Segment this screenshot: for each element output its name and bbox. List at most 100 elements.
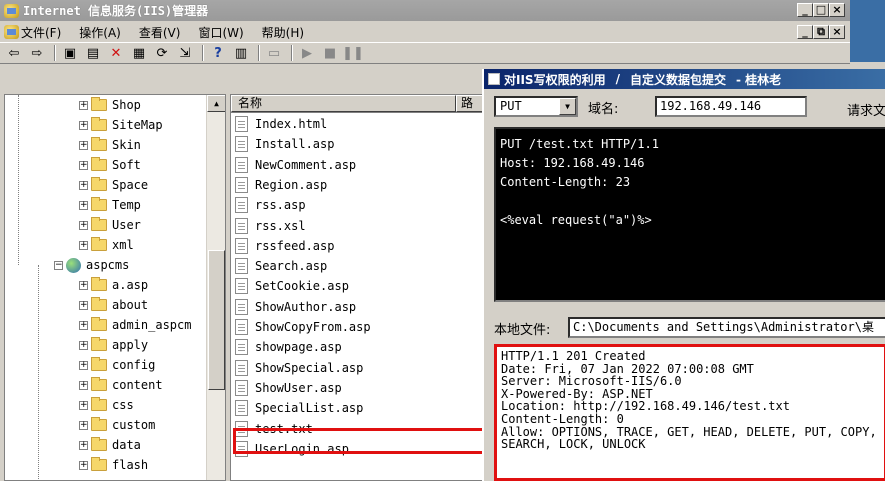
file-list-item[interactable]: Search.asp (235, 256, 327, 276)
folder-icon (91, 457, 107, 471)
expand-icon[interactable]: + (79, 220, 88, 230)
file-list-item[interactable]: rss.xsl (235, 216, 306, 236)
file-list-item[interactable]: NewComment.asp (235, 155, 356, 175)
file-list-item[interactable]: ShowSpecial.asp (235, 358, 363, 378)
tree-folder-node[interactable]: + Shop (79, 95, 141, 115)
tree-folder-node[interactable]: + User (79, 215, 141, 235)
file-list-item[interactable]: rssfeed.asp (235, 236, 334, 256)
expand-icon[interactable]: + (79, 240, 88, 250)
iis-window-titlebar[interactable]: Internet 信息服务(IIS)管理器 (0, 0, 850, 21)
expand-icon[interactable]: + (79, 460, 88, 470)
expand-icon[interactable]: + (79, 380, 88, 390)
computer-icon[interactable]: ▭ (264, 44, 284, 62)
refresh-icon[interactable]: ⟳ (152, 44, 172, 62)
tree-folder-node[interactable]: + Soft (79, 155, 141, 175)
tree-folder-node[interactable]: + custom (79, 415, 155, 435)
tree-folder-node[interactable]: + xml (79, 235, 134, 255)
expand-icon[interactable]: + (79, 320, 88, 330)
menu-action[interactable]: 操作(A) (77, 24, 123, 41)
chevron-down-icon[interactable]: ▼ (559, 98, 576, 115)
method-select[interactable]: PUT ▼ (494, 96, 578, 117)
close-button[interactable]: × (829, 3, 845, 17)
tree-folder-node[interactable]: + Temp (79, 195, 141, 215)
expand-icon[interactable]: + (79, 120, 88, 130)
expand-icon[interactable]: + (79, 100, 88, 110)
expand-icon[interactable]: + (79, 340, 88, 350)
properties-icon[interactable]: ▦ (129, 44, 149, 62)
tree-folder-node[interactable]: + flash (79, 455, 148, 475)
pause-icon[interactable]: ❚❚ (342, 44, 364, 62)
tree-scrollbar[interactable]: ▲ (206, 95, 225, 480)
expand-icon[interactable]: + (79, 420, 88, 430)
folder-icon (91, 437, 107, 451)
file-list-item[interactable]: SpecialList.asp (235, 398, 363, 418)
expand-icon[interactable]: + (79, 400, 88, 410)
tree-folder-node[interactable]: + data (79, 435, 141, 455)
minimize-button[interactable]: _ (797, 3, 813, 17)
expand-icon[interactable]: + (79, 280, 88, 290)
toolbar-separator (291, 45, 293, 61)
mdi-restore-button[interactable]: ⧉ (813, 25, 829, 39)
expand-icon[interactable]: + (79, 440, 88, 450)
tree-folder-node[interactable]: + content (79, 375, 163, 395)
scroll-up-arrow-icon[interactable]: ▲ (207, 95, 225, 112)
show-tree-icon[interactable]: ▤ (83, 44, 103, 62)
dialog-icon (488, 73, 500, 85)
stop-icon[interactable]: ■ (320, 44, 340, 62)
expand-icon[interactable]: + (79, 160, 88, 170)
folder-icon (91, 237, 107, 251)
mdi-close-button[interactable]: × (829, 25, 845, 39)
file-list-item[interactable]: ShowAuthor.asp (235, 297, 356, 317)
column-path[interactable]: 路 (456, 95, 484, 112)
file-list-item[interactable]: SetCookie.asp (235, 276, 349, 296)
tree-folder-node[interactable]: + Skin (79, 135, 141, 155)
expand-icon[interactable]: + (79, 180, 88, 190)
file-list-item[interactable]: ShowUser.asp (235, 378, 342, 398)
mdi-app-icon[interactable] (4, 25, 19, 39)
expand-icon[interactable]: + (79, 200, 88, 210)
console-icon[interactable]: ▥ (231, 44, 251, 62)
file-list-panel[interactable]: 名称 路 Index.html Install.asp NewComment.asp… (230, 94, 485, 481)
maximize-button[interactable]: □ (813, 3, 829, 17)
export-icon[interactable]: ⇲ (175, 44, 195, 62)
forward-arrow-icon[interactable]: ⇨ (27, 44, 47, 62)
start-icon[interactable]: ▶ (297, 44, 317, 62)
response-output[interactable]: HTTP/1.1 201 Created Date: Fri, 07 Jan 2… (494, 344, 885, 481)
menu-help[interactable]: 帮助(H) (260, 24, 306, 41)
tree-folder-node[interactable]: + Space (79, 175, 148, 195)
column-name[interactable]: 名称 (231, 95, 456, 112)
domain-input[interactable]: 192.168.49.146 (655, 96, 807, 117)
tree-folder-node[interactable]: + SiteMap (79, 115, 163, 135)
expand-icon[interactable]: + (79, 300, 88, 310)
tree-folder-node[interactable]: + css (79, 395, 134, 415)
file-list-item[interactable]: Install.asp (235, 134, 334, 154)
site-tree-panel[interactable]: + Shop + SiteMap + Skin + Soft + Space + Temp + User +… (4, 94, 226, 481)
back-arrow-icon[interactable]: ⇦ (4, 44, 24, 62)
tree-folder-node[interactable]: + a.asp (79, 275, 148, 295)
expand-icon[interactable]: + (79, 140, 88, 150)
mdi-minimize-button[interactable]: _ (797, 25, 813, 39)
delete-icon[interactable]: ✕ (106, 44, 126, 62)
menu-file[interactable]: 文件(F) (19, 24, 63, 41)
tree-scroll-thumb[interactable] (208, 250, 225, 390)
tree-site-node[interactable]: − aspcms (54, 255, 129, 275)
collapse-icon[interactable]: − (54, 260, 63, 270)
request-editor[interactable]: PUT /test.txt HTTP/1.1 Host: 192.168.49.… (494, 127, 885, 302)
up-folder-icon[interactable]: ▣ (60, 44, 80, 62)
file-list-item[interactable]: ShowCopyFrom.asp (235, 317, 371, 337)
file-list-item[interactable]: rss.asp (235, 195, 306, 215)
file-list-item[interactable]: showpage.asp (235, 337, 342, 357)
file-list-item[interactable]: Region.asp (235, 175, 327, 195)
tree-folder-node[interactable]: + apply (79, 335, 148, 355)
dialog-titlebar[interactable]: 对IIS写权限的利用 / 自定义数据包提交 - 桂林老 (484, 69, 885, 89)
tree-folder-node[interactable]: + admin_aspcm (79, 315, 191, 335)
tree-folder-node[interactable]: + config (79, 355, 155, 375)
help-icon[interactable]: ? (208, 44, 228, 62)
expand-icon[interactable]: + (79, 360, 88, 370)
local-file-input[interactable]: C:\Documents and Settings\Administrator\… (568, 317, 885, 338)
file-list-item[interactable]: Index.html (235, 114, 327, 134)
menu-window[interactable]: 窗口(W) (196, 24, 245, 41)
highlight-test-txt (233, 428, 490, 454)
tree-folder-node[interactable]: + about (79, 295, 148, 315)
menu-view[interactable]: 查看(V) (137, 24, 183, 41)
